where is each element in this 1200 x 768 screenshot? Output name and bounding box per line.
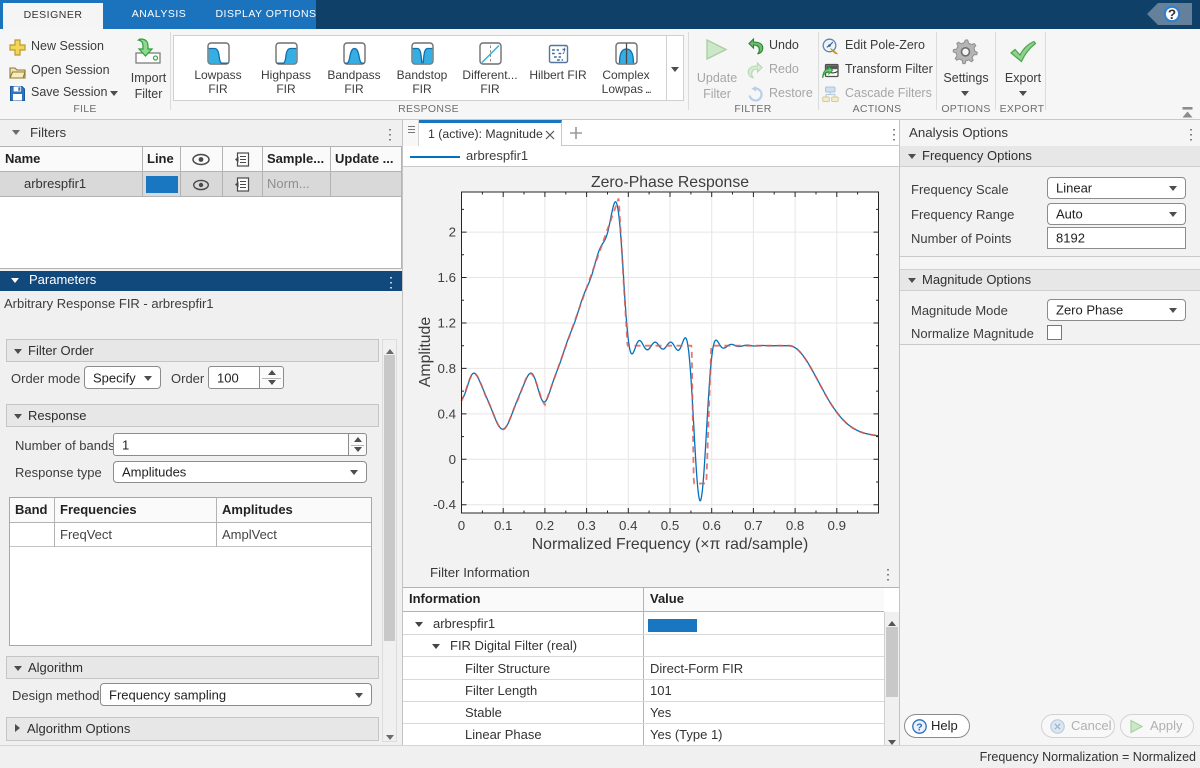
- svg-text:0.7: 0.7: [744, 518, 763, 533]
- svg-text:Amplitude: Amplitude: [417, 317, 434, 387]
- svg-text:0.3: 0.3: [577, 518, 596, 533]
- svg-text:0.9: 0.9: [828, 518, 847, 533]
- svg-text:0: 0: [458, 518, 465, 533]
- svg-text:0.1: 0.1: [494, 518, 513, 533]
- svg-text:0.2: 0.2: [536, 518, 555, 533]
- svg-text:0.8: 0.8: [438, 361, 457, 376]
- svg-text:0.5: 0.5: [661, 518, 680, 533]
- svg-text:-0.4: -0.4: [433, 497, 456, 512]
- svg-text:j: j: [562, 46, 565, 55]
- svg-text:0.4: 0.4: [438, 406, 457, 421]
- svg-text:0: 0: [449, 452, 456, 467]
- svg-text:0.6: 0.6: [702, 518, 721, 533]
- svg-text:Normalized Frequency (×π rad/s: Normalized Frequency (×π rad/sample): [532, 536, 808, 553]
- svg-text:0.8: 0.8: [786, 518, 805, 533]
- svg-text:2: 2: [449, 225, 456, 240]
- svg-text:Zero-Phase Response: Zero-Phase Response: [591, 174, 749, 191]
- svg-text:?: ?: [916, 721, 922, 733]
- svg-text:1.6: 1.6: [438, 270, 457, 285]
- svg-text:0.4: 0.4: [619, 518, 638, 533]
- svg-text:?: ?: [1168, 7, 1176, 22]
- svg-text:1.2: 1.2: [438, 316, 457, 331]
